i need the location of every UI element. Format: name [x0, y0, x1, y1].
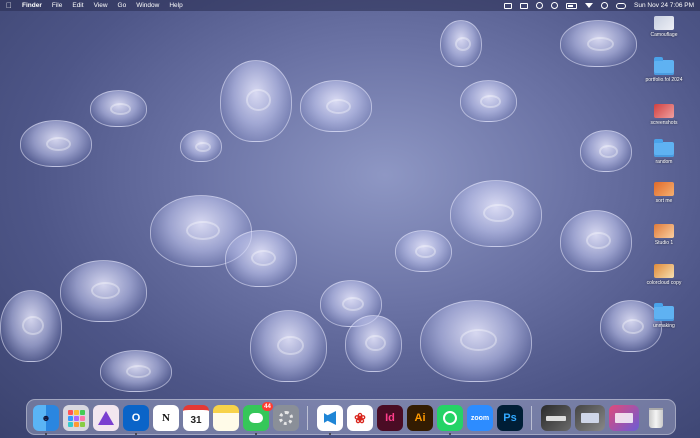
folder-icon [654, 57, 674, 75]
control-center-icon[interactable] [616, 2, 627, 9]
dock-notion[interactable]: N [153, 405, 179, 431]
desktop-item-camouflage[interactable]: Camouflage [628, 16, 700, 38]
vscode-icon [324, 411, 336, 425]
messages-badge: 44 [262, 402, 273, 411]
dock-indesign[interactable]: Id [377, 405, 403, 431]
menu-help[interactable]: Help [169, 0, 182, 11]
image-thumbnail-icon [654, 182, 674, 196]
desktop-item-random[interactable]: random [628, 139, 700, 165]
dock-affinity[interactable] [93, 405, 119, 431]
running-indicator [329, 433, 331, 435]
desktop-item-sort-me[interactable]: sort me [628, 182, 700, 204]
menu-file[interactable]: File [52, 0, 62, 11]
dock-launchpad[interactable] [63, 405, 89, 431]
dock-separator [531, 406, 532, 430]
dock-finder[interactable]: ☻ [33, 405, 59, 431]
desktop-item-label: portfolio.fol 2024 [645, 77, 683, 83]
pen-icon[interactable] [536, 2, 544, 9]
window-thumbnail-icon [615, 413, 633, 423]
desktop-item-label: sort me [655, 198, 673, 204]
dock-recent-window-1[interactable] [541, 405, 571, 431]
search-icon[interactable] [601, 2, 609, 9]
speech-bubble-icon [249, 413, 263, 423]
acrobat-icon: ❀ [354, 409, 366, 426]
gear-icon [279, 411, 293, 425]
menu-window[interactable]: Window [136, 0, 159, 11]
desktop-item-unmaking[interactable]: unmaking [628, 303, 700, 329]
notion-icon: N [162, 412, 170, 424]
finder-icon: ☻ [41, 413, 51, 423]
running-indicator [255, 433, 257, 435]
dock-whatsapp[interactable] [437, 405, 463, 431]
dock-photoshop[interactable]: Ps [497, 405, 523, 431]
desktop-item-label: random [655, 159, 673, 165]
dock-outlook[interactable]: O [123, 405, 149, 431]
dock-recent-window-2[interactable] [575, 405, 605, 431]
desktop-item-portfolio[interactable]: portfolio.fol 2024 [628, 57, 700, 83]
dock-notes[interactable] [213, 405, 239, 431]
vpn-icon[interactable] [551, 2, 559, 9]
trash-icon [649, 408, 663, 428]
running-indicator [135, 433, 137, 435]
running-indicator [449, 433, 451, 435]
dock: ☻ O N 31 44 ❀ Id Ai zoom Ps [26, 399, 676, 435]
dock-trash[interactable] [643, 405, 669, 431]
dock-vscode[interactable] [317, 405, 343, 431]
running-indicator [45, 433, 47, 435]
menu-go[interactable]: Go [118, 0, 127, 11]
dock-illustrator[interactable]: Ai [407, 405, 433, 431]
dock-zoom[interactable]: zoom [467, 405, 493, 431]
whatsapp-phone-icon [443, 411, 457, 425]
apple-menu-icon[interactable]:  [6, 0, 12, 11]
zoom-icon: zoom [470, 414, 490, 422]
window-thumbnail-icon [546, 415, 566, 421]
dock-calendar[interactable]: 31 [183, 405, 209, 431]
window-thumbnail-icon [581, 413, 599, 423]
launchpad-grid-icon [67, 409, 85, 427]
folder-icon [654, 303, 674, 321]
menu-edit[interactable]: Edit [72, 0, 83, 11]
desktop-item-screenshots[interactable]: screenshots [628, 104, 700, 126]
desktop-item-label: Camouflage [650, 32, 678, 38]
dock-acrobat[interactable]: ❀ [347, 405, 373, 431]
wifi-icon[interactable] [585, 3, 594, 8]
calendar-icon: 31 [190, 415, 202, 426]
outlook-icon: O [131, 412, 141, 424]
illustrator-icon: Ai [414, 412, 426, 424]
desktop-item-studio[interactable]: Studio 1 [628, 224, 700, 246]
desktop-item-colorcloud[interactable]: colorcloud copy [628, 264, 700, 286]
screen-record-icon[interactable] [504, 2, 513, 9]
battery-icon[interactable] [566, 2, 578, 9]
desktop-wallpaper [0, 0, 700, 438]
affinity-triangle-icon [98, 411, 114, 425]
dock-messages[interactable]: 44 [243, 402, 273, 431]
photoshop-icon: Ps [503, 412, 517, 424]
image-thumbnail-icon [654, 264, 674, 278]
image-thumbnail-icon [654, 104, 674, 118]
dock-system-settings[interactable] [273, 405, 299, 431]
menu-bar:  Finder File Edit View Go Window Help S… [0, 0, 700, 11]
menu-app-name[interactable]: Finder [22, 0, 42, 11]
desktop-item-label: colorcloud copy [646, 280, 682, 286]
dock-separator [307, 406, 308, 430]
indesign-icon: Id [385, 412, 395, 424]
image-thumbnail-icon [654, 16, 674, 30]
desktop-item-label: screenshots [650, 120, 678, 126]
image-thumbnail-icon [654, 224, 674, 238]
menubar-clock[interactable]: Sun Nov 24 7:06 PM [634, 2, 694, 9]
display-icon[interactable] [520, 2, 529, 9]
folder-icon [654, 139, 674, 157]
desktop-item-label: Studio 1 [654, 240, 674, 246]
menu-view[interactable]: View [94, 0, 108, 11]
desktop-item-label: unmaking [653, 323, 675, 329]
dock-recent-window-3[interactable] [609, 405, 639, 431]
